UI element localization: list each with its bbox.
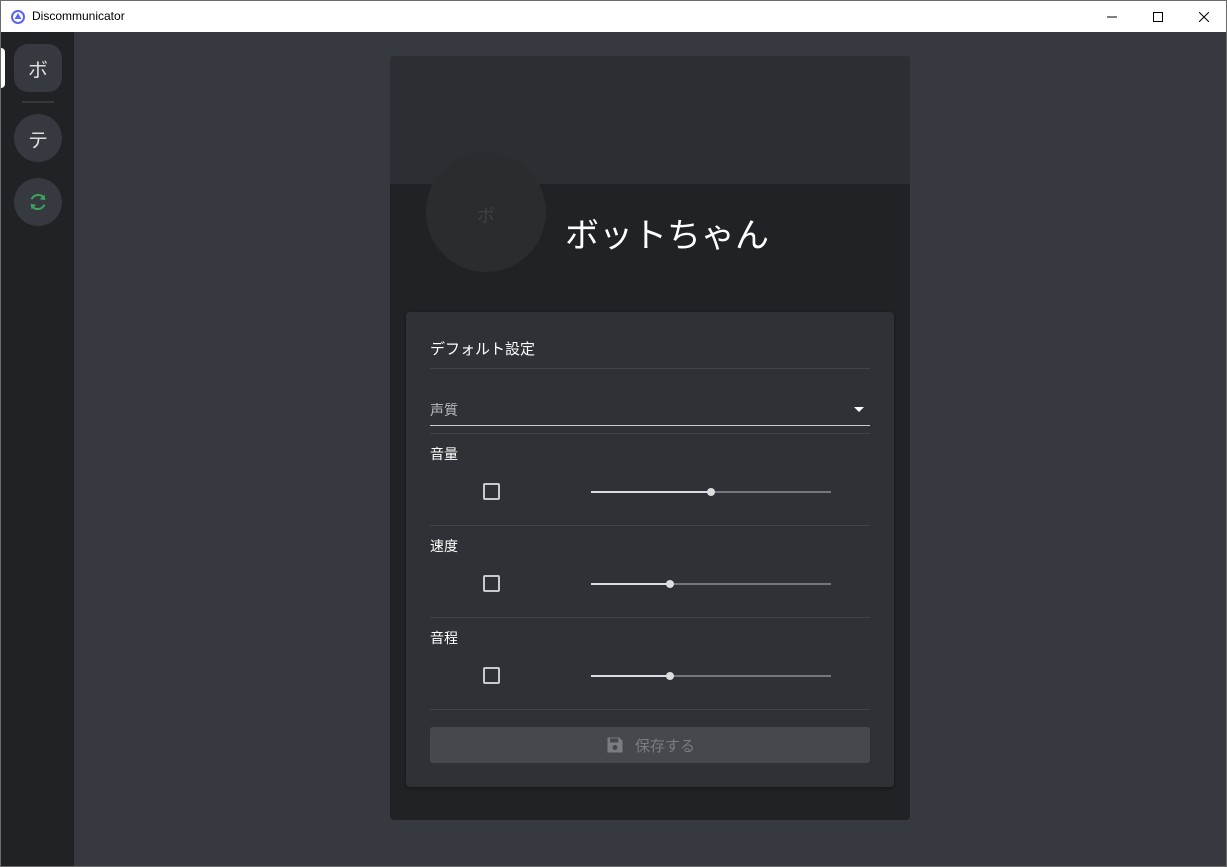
volume-slider[interactable] — [591, 488, 831, 496]
sidebar-item-label: ボ — [28, 57, 48, 82]
bot-name: ボットちゃん — [565, 216, 769, 256]
maximize-button[interactable] — [1135, 1, 1181, 32]
avatar-initial: ボ — [477, 206, 495, 227]
divider — [430, 709, 870, 710]
voice-select[interactable]: 声質 — [430, 392, 870, 426]
slider-thumb[interactable] — [666, 672, 675, 680]
sidebar-item-refresh[interactable] — [14, 178, 62, 226]
minimize-icon — [1107, 16, 1117, 17]
bot-profile-card: ボ ボットちゃん デフォルト設定 声質 音量 速度 音程 保存する — [390, 56, 910, 820]
slider-fill — [591, 675, 671, 677]
server-sidebar: ボ テ — [1, 32, 74, 866]
avatar: ボ — [426, 152, 546, 272]
active-indicator — [1, 48, 5, 88]
volume-label: 音量 — [430, 447, 458, 463]
maximize-icon — [1153, 11, 1163, 22]
speed-slider[interactable] — [591, 580, 831, 588]
volume-checkbox[interactable] — [483, 483, 500, 500]
divider — [430, 368, 870, 369]
refresh-icon — [30, 193, 46, 211]
speed-checkbox[interactable] — [483, 575, 500, 592]
slider-thumb[interactable] — [707, 488, 715, 496]
floppy-disk-icon — [607, 737, 623, 753]
window-titlebar: Discommunicator — [0, 0, 1227, 32]
pitch-slider[interactable] — [591, 672, 831, 680]
sidebar-item-te[interactable]: テ — [14, 114, 62, 162]
save-button-label: 保存する — [634, 736, 695, 755]
window-title: Discommunicator — [32, 9, 125, 23]
sidebar-item-bot[interactable]: ボ — [14, 44, 62, 92]
slider-thumb[interactable] — [666, 580, 675, 588]
panel-title: デフォルト設定 — [430, 340, 536, 358]
close-button[interactable] — [1181, 1, 1227, 32]
sidebar-item-label: テ — [28, 127, 48, 152]
app-logo-icon — [11, 10, 25, 24]
slider-fill — [591, 491, 711, 493]
save-button[interactable]: 保存する — [430, 727, 870, 763]
sidebar-separator — [22, 101, 54, 103]
default-settings-panel: デフォルト設定 声質 音量 速度 音程 保存する — [406, 312, 894, 787]
speed-label: 速度 — [430, 539, 458, 555]
caret-down-icon — [854, 407, 864, 412]
minimize-button[interactable] — [1089, 1, 1135, 32]
pitch-label: 音程 — [430, 631, 458, 647]
close-icon — [1199, 11, 1209, 22]
divider — [430, 433, 870, 434]
slider-fill — [591, 583, 671, 585]
divider — [430, 617, 870, 618]
pitch-checkbox[interactable] — [483, 667, 500, 684]
voice-select-label: 声質 — [430, 403, 458, 419]
divider — [430, 525, 870, 526]
